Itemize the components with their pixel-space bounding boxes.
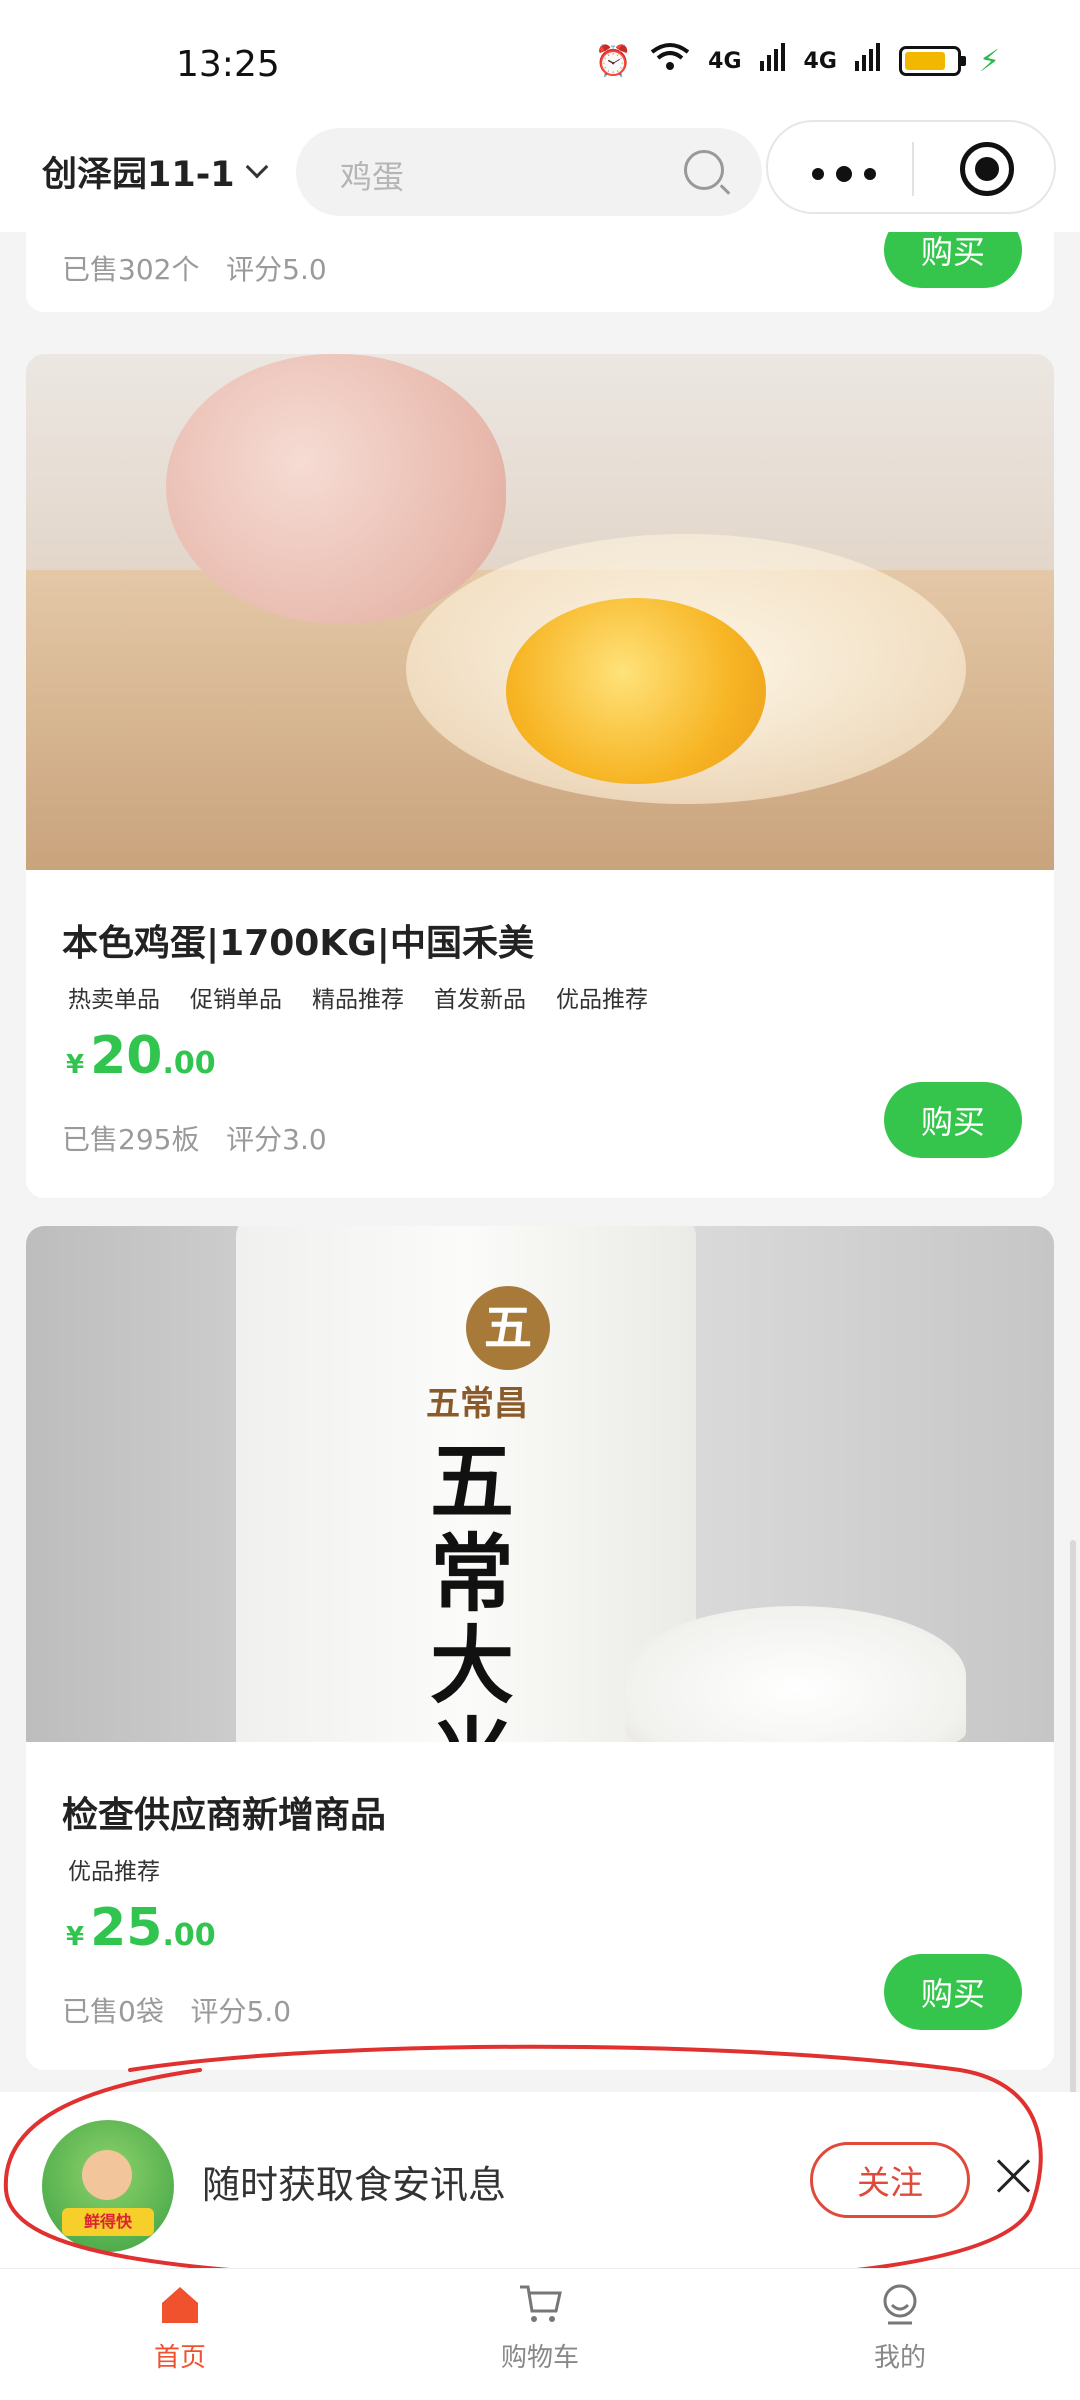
product-rating: 评分3.0 — [226, 1123, 327, 1156]
product-rating: 评分5.0 — [226, 253, 327, 286]
brand-logo: 五 — [466, 1286, 550, 1370]
tab-label: 购物车 — [500, 2343, 579, 2373]
product-tag: 首发新品 — [434, 987, 526, 1013]
buy-button[interactable]: 购买 — [884, 232, 1022, 288]
capsule-divider — [912, 142, 914, 196]
egg-shell-shape — [166, 354, 506, 624]
banner-message: 随时获取食安讯息 — [202, 2163, 507, 2207]
cell-signal-icon-2: 4G — [803, 48, 837, 74]
close-miniprogram-icon[interactable] — [960, 142, 1014, 196]
product-sales-rating: 已售302个 评分5.0 — [62, 248, 327, 288]
tab-home[interactable]: 首页 — [80, 2283, 280, 2374]
alarm-icon: ⏰ — [594, 43, 633, 79]
cell-signal-icon: 4G — [708, 48, 742, 74]
product-tag: 优品推荐 — [68, 1859, 160, 1885]
cart-icon — [520, 2285, 562, 2322]
tab-cart[interactable]: 购物车 — [440, 2283, 640, 2374]
farmer-icon — [82, 2150, 132, 2200]
location-label: 创泽园11-1 — [42, 155, 235, 195]
follow-button[interactable]: 关注 — [810, 2142, 970, 2218]
product-card[interactable]: 五 五常昌 五常大米 检查供应商新增商品 优品推荐 ¥25.00 已售0袋 评分… — [26, 1226, 1054, 2070]
charging-icon: ⚡ — [978, 43, 1000, 79]
follow-banner: 鲜得快 随时获取食安讯息 关注 — [0, 2092, 1080, 2268]
product-tags: 热卖单品 促销单品 精品推荐 首发新品 优品推荐 — [68, 980, 648, 1014]
product-card[interactable]: 本色鸡蛋|1700KG|中国禾美 热卖单品 促销单品 精品推荐 首发新品 优品推… — [26, 354, 1054, 1198]
product-tags: 优品推荐 — [68, 1852, 160, 1886]
buy-button[interactable]: 购买 — [884, 1082, 1022, 1158]
rice-pile-shape — [626, 1606, 966, 1742]
product-tag: 优品推荐 — [556, 987, 648, 1013]
search-input[interactable]: 鸡蛋 — [296, 128, 762, 216]
signal-bars-icon-2 — [854, 43, 881, 79]
tab-label: 首页 — [153, 2343, 206, 2373]
product-sales-rating: 已售295板 评分3.0 — [62, 1118, 327, 1158]
location-selector[interactable]: 创泽园11-1 — [42, 146, 268, 197]
product-card[interactable]: 已售302个 评分5.0 购买 — [26, 232, 1054, 312]
product-price: ¥20.00 — [66, 1026, 216, 1086]
page: 13:25 ⏰ 4G 4G ⚡ 创泽园11-1 鸡蛋 已售302个 评分5.0 … — [0, 0, 1080, 2400]
product-list[interactable]: 已售302个 评分5.0 购买 本色鸡蛋|1700KG|中国禾美 热卖单品 促销… — [0, 232, 1080, 2092]
search-icon — [684, 150, 724, 190]
product-sold: 已售302个 — [62, 253, 200, 286]
product-sold: 已售295板 — [62, 1123, 200, 1156]
status-icons: ⏰ 4G 4G ⚡ — [595, 42, 1000, 80]
wifi-icon — [650, 42, 690, 80]
brand-logo-avatar: 鲜得快 — [42, 2120, 174, 2252]
product-title: 本色鸡蛋|1700KG|中国禾美 — [62, 923, 534, 964]
product-sold: 已售0袋 — [62, 1995, 164, 2028]
product-tag: 精品推荐 — [312, 987, 404, 1013]
status-time: 13:25 — [176, 44, 280, 85]
product-image[interactable]: 五 五常昌 五常大米 — [26, 1226, 1054, 1742]
tab-profile[interactable]: 我的 — [800, 2283, 1000, 2374]
more-icon[interactable] — [812, 166, 876, 182]
bag-brand-name: 五常昌 — [426, 1384, 528, 1424]
logo-text: 鲜得快 — [62, 2208, 154, 2236]
app-header: 创泽园11-1 鸡蛋 — [0, 120, 1080, 232]
status-bar: 13:25 ⏰ 4G 4G ⚡ — [0, 0, 1080, 120]
bag-product-name: 五常大米 — [430, 1432, 515, 1743]
product-rating: 评分5.0 — [190, 1995, 292, 2028]
profile-icon — [883, 2284, 917, 2325]
miniprogram-capsule — [766, 120, 1056, 214]
chevron-down-icon — [245, 155, 268, 178]
product-image[interactable] — [26, 354, 1054, 870]
product-tag: 促销单品 — [190, 987, 282, 1013]
bottom-tab-bar: 首页 购物车 我的 — [0, 2268, 1080, 2400]
home-icon — [162, 2287, 198, 2323]
product-price: ¥25.00 — [66, 1898, 216, 1958]
egg-yolk-shape — [506, 598, 766, 784]
battery-icon — [898, 46, 966, 76]
search-placeholder: 鸡蛋 — [340, 158, 405, 196]
product-tag: 热卖单品 — [68, 987, 160, 1013]
product-sales-rating: 已售0袋 评分5.0 — [62, 1990, 291, 2030]
product-title: 检查供应商新增商品 — [62, 1795, 387, 1836]
buy-button[interactable]: 购买 — [884, 1954, 1022, 2030]
close-icon[interactable] — [996, 2158, 1032, 2194]
tab-label: 我的 — [873, 2343, 926, 2373]
signal-bars-icon — [759, 43, 786, 79]
